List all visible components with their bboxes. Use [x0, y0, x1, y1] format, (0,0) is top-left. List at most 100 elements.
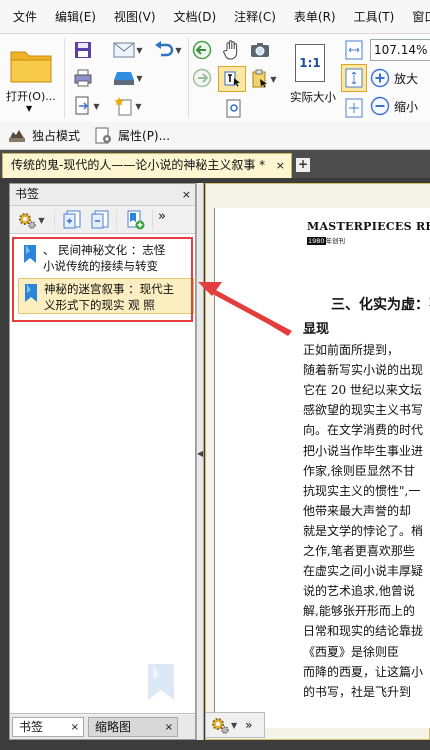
new-bookmark-button[interactable] — [122, 209, 148, 231]
fit-visible-icon — [345, 98, 363, 118]
new-button[interactable]: ▼ — [108, 94, 148, 118]
chevron-down-icon: ▼ — [93, 101, 100, 111]
bookmark-item[interactable]: 、 民间神秘文化 ：志怪 小说传统的接续与转变 — [18, 240, 193, 276]
body-text-line: 解,能够张开形而上的 — [303, 604, 415, 619]
menu-tools[interactable]: 工具(T) — [345, 8, 404, 25]
expand-bookmark-icon — [63, 210, 81, 229]
section-heading: 三、化实为虚：不 — [331, 297, 430, 313]
page-view-toolbar: ▼ » — [205, 712, 265, 738]
camera-icon — [251, 43, 269, 57]
zoom-level-value: 107.14% — [374, 43, 428, 57]
close-panel-icon[interactable]: × — [182, 184, 191, 205]
body-text-line: 抗现实主义的惯性",一 — [303, 483, 421, 498]
actual-size-label[interactable]: 实际大小 — [290, 89, 336, 105]
panel-tab-strip: 书签 × 缩略图 × — [10, 715, 195, 739]
menu-window[interactable]: 窗口 — [403, 8, 430, 25]
tab-thumbnails[interactable]: 缩略图 × — [88, 717, 178, 737]
page-gap — [206, 184, 430, 208]
bookmark-icon — [24, 245, 36, 263]
zoom-out-button[interactable]: 缩小 — [370, 95, 430, 117]
zoom-page-icon — [226, 99, 241, 118]
body-text-line: 在虚实之间小说丰厚疑 — [303, 564, 424, 579]
menu-form[interactable]: 表单(R) — [285, 8, 345, 25]
new-bookmark-icon — [127, 210, 145, 230]
toolbar-separator — [54, 210, 55, 230]
email-button[interactable]: ▼ — [108, 38, 148, 62]
magazine-year: 1980 — [307, 237, 326, 245]
close-tab-icon[interactable]: × — [276, 154, 285, 177]
zoom-level-input[interactable]: 107.14% — [370, 39, 430, 61]
previous-view-button[interactable] — [190, 38, 214, 62]
close-icon[interactable]: × — [71, 718, 79, 737]
ribbon-separator — [64, 38, 65, 118]
actual-size-ratio: 1:1 — [299, 56, 321, 70]
chevron-down-icon: ▼ — [136, 45, 143, 55]
properties-icon — [95, 127, 112, 143]
collapse-bookmark-button[interactable] — [88, 209, 112, 231]
exclusive-mode-button[interactable]: 独占模式 — [32, 127, 80, 144]
print-button[interactable] — [70, 66, 96, 90]
page-view: MASTERPIECES REVIEW 1980年创刊 三、化实为虚：不 显现 … — [205, 183, 430, 740]
more-tools-icon[interactable]: » — [245, 718, 252, 732]
zoom-in-button[interactable]: 放大 — [370, 67, 430, 89]
export-page-icon — [75, 96, 90, 115]
snapshot-button[interactable] — [248, 38, 272, 62]
select-text-button[interactable] — [218, 66, 246, 92]
scan-button[interactable]: ▼ — [108, 66, 148, 90]
bookmark-toolbar: ▼ » — [10, 206, 195, 234]
gear-icon — [212, 718, 229, 734]
body-text-line: 它在 20 世纪以来文坛 — [303, 383, 422, 398]
properties-button[interactable]: 属性(P)... — [118, 127, 170, 144]
hand-icon — [223, 40, 238, 60]
tab-bookmarks[interactable]: 书签 × — [12, 717, 84, 737]
magazine-founded: 年创刊 — [325, 237, 346, 245]
menu-document[interactable]: 文档(D) — [165, 8, 226, 25]
ribbon-separator — [188, 38, 189, 118]
new-tab-button[interactable]: + — [296, 158, 310, 172]
scanner-icon — [114, 72, 135, 85]
body-text-line: 向。在文学消费的时代 — [303, 423, 424, 438]
bookmark-item-line1: 、 民间神秘文化 ：志怪 — [43, 243, 166, 257]
open-dropdown-icon[interactable]: ▼ — [26, 104, 32, 113]
body-text-line: 随着新写实小说的出现 — [303, 363, 424, 378]
fit-width-button[interactable] — [343, 38, 365, 62]
actual-size-button[interactable]: 1:1 — [292, 38, 328, 88]
select-annotation-button[interactable]: ▼ — [248, 66, 280, 92]
bookmark-panel-header: 书签 × — [10, 184, 195, 206]
save-button[interactable] — [70, 38, 96, 62]
document-tab[interactable]: 传统的鬼-现代的人——论小说的神秘主义叙事 * × — [2, 153, 292, 178]
bookmark-options-button[interactable]: ▼ — [12, 209, 50, 231]
bookmark-item-line1: 神秘的迷宫叙事 ：现代主 — [44, 282, 175, 296]
hand-tool-button[interactable] — [220, 38, 244, 62]
menu-bar: 文件 编辑(E) 视图(V) 文档(D) 注释(C) 表单(R) 工具(T) 窗… — [0, 0, 430, 34]
menu-comment[interactable]: 注释(C) — [225, 8, 285, 25]
back-arrow-icon — [192, 40, 212, 60]
panel-splitter[interactable]: ◀ — [196, 183, 204, 740]
bookmark-list: 、 民间神秘文化 ：志怪 小说传统的接续与转变 神秘的迷宫叙事 ：现代主 义形式… — [10, 234, 195, 714]
export-button[interactable]: ▼ — [70, 94, 104, 118]
collapse-arrow-icon[interactable]: ◀ — [197, 449, 203, 458]
save-icon — [75, 42, 91, 58]
chevron-down-icon: ▼ — [175, 45, 182, 55]
printer-icon — [74, 69, 92, 87]
expand-bookmark-button[interactable] — [60, 209, 84, 231]
fit-visible-button[interactable] — [343, 96, 365, 120]
zoom-tool-button[interactable] — [222, 98, 246, 120]
chevron-down-icon: ▼ — [38, 215, 45, 225]
close-icon[interactable]: × — [165, 718, 173, 737]
fit-page-button[interactable] — [341, 64, 367, 92]
menu-file[interactable]: 文件 — [4, 8, 46, 25]
menu-view[interactable]: 视图(V) — [105, 8, 165, 25]
body-text-line: 《西夏》是徐则臣 — [303, 644, 400, 659]
bookmark-item-selected[interactable]: 神秘的迷宫叙事 ：现代主 义形式下的现实 观 照 — [18, 278, 194, 314]
next-view-button[interactable] — [190, 66, 214, 90]
menu-edit[interactable]: 编辑(E) — [46, 8, 105, 25]
more-tools-icon[interactable]: » — [158, 209, 166, 224]
body-text-line: 的书写，社是飞升到 — [303, 684, 412, 699]
open-label[interactable]: 打开(O)... — [6, 88, 56, 104]
undo-button[interactable]: ▼ — [150, 38, 186, 62]
open-button[interactable] — [6, 40, 56, 90]
document-page: MASTERPIECES REVIEW 1980年创刊 三、化实为虚：不 显现 … — [214, 208, 430, 728]
bookmark-watermark-icon — [148, 664, 174, 700]
chevron-down-icon[interactable]: ▼ — [231, 721, 237, 730]
